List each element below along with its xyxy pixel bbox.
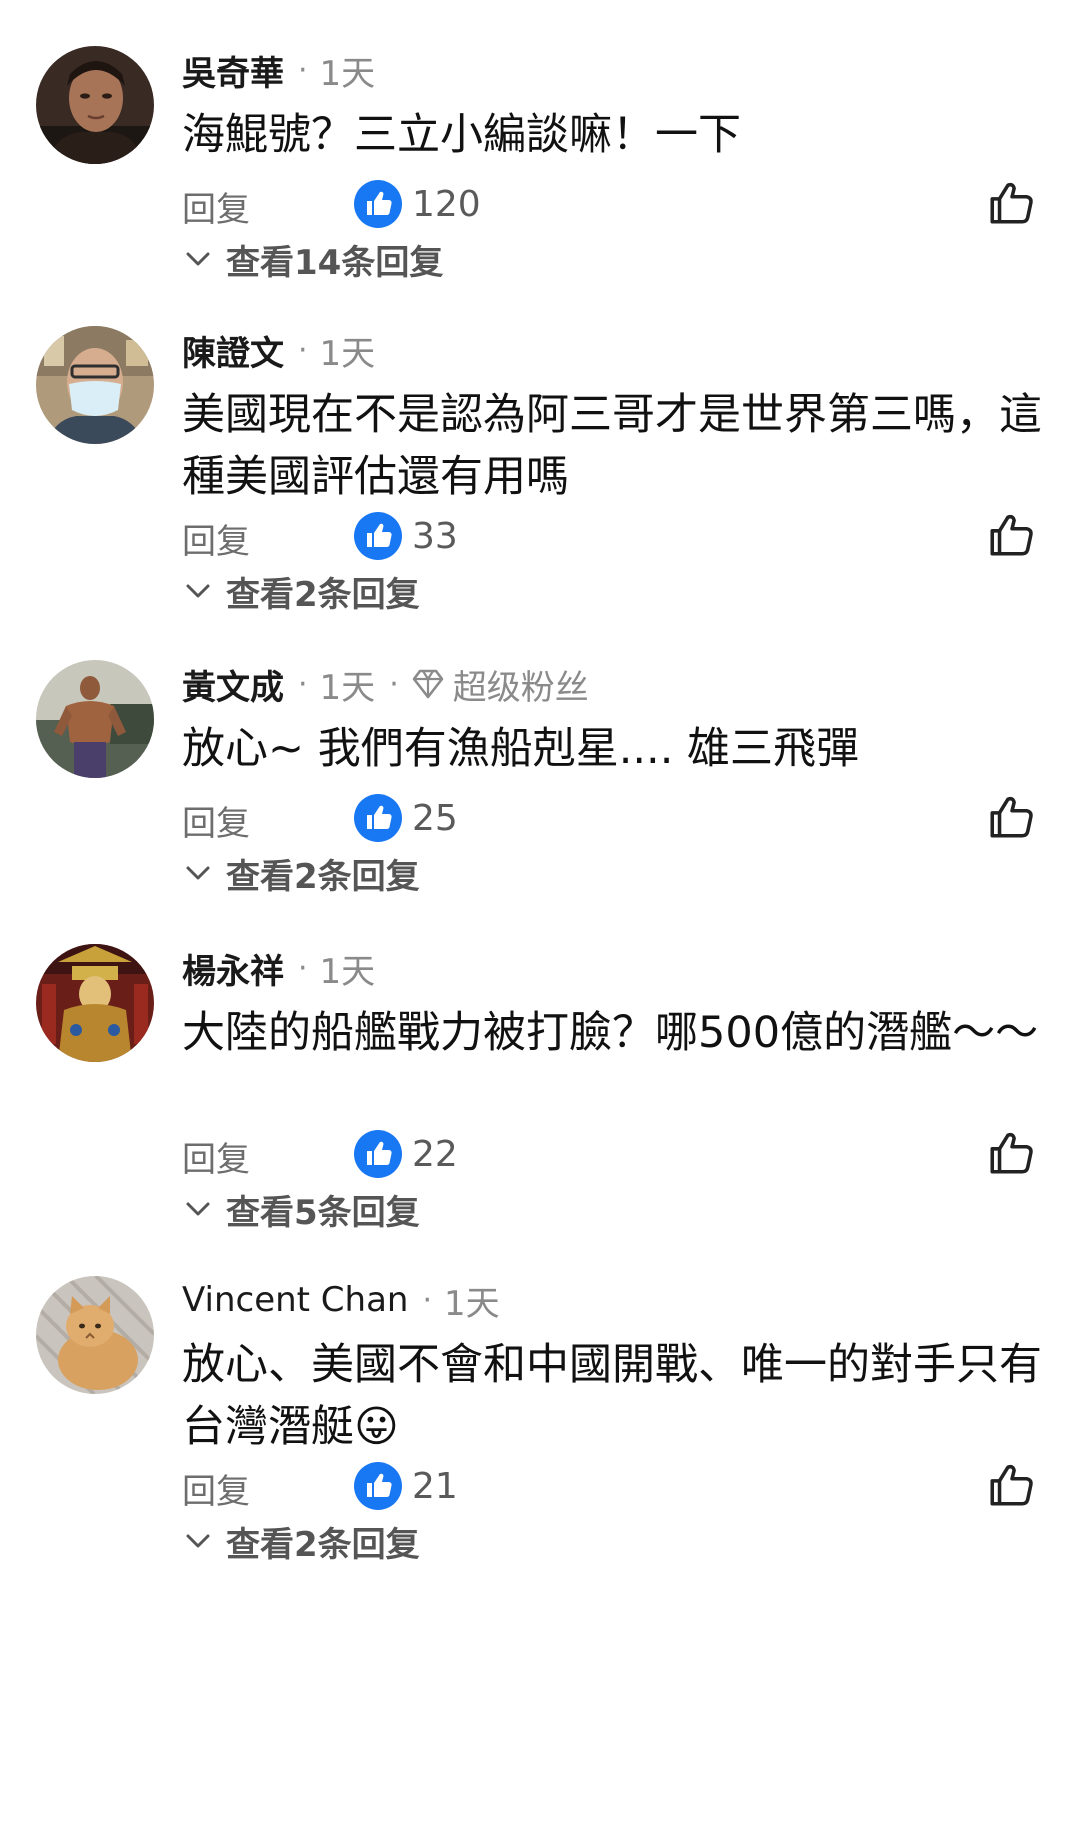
comment-actions: 回复 33 — [0, 506, 1080, 566]
man-portrait-avatar[interactable] — [36, 46, 154, 164]
like-reaction-icon — [354, 512, 402, 560]
timestamp: 1天 — [319, 333, 376, 374]
separator-dot: · — [298, 666, 308, 702]
comment-meta: 陳證文 · 1天 — [182, 326, 376, 375]
chevron-down-icon — [186, 1534, 210, 1548]
separator-dot: · — [298, 332, 308, 368]
comment-actions: 回复 25 — [0, 788, 1080, 848]
thumbs-up-icon — [990, 796, 1033, 838]
timestamp: 1天 — [319, 951, 376, 992]
comment-actions: 回复 22 — [0, 1124, 1080, 1184]
top-fan-badge: 超级粉丝 — [411, 660, 589, 709]
badge-label: 超级粉丝 — [452, 667, 589, 708]
reaction-summary[interactable]: 21 — [354, 1456, 458, 1516]
reaction-summary[interactable]: 120 — [354, 174, 481, 234]
comment-text: 放心~ 我們有漁船剋星.... 雄三飛彈 — [182, 724, 860, 774]
comment-actions: 回复 120 — [0, 174, 1080, 234]
chevron-down-icon — [186, 584, 210, 598]
like-button[interactable] — [986, 1128, 1036, 1182]
reaction-summary[interactable]: 33 — [354, 506, 458, 566]
comment-text: 海鯤號？三立小編談嘛！一下 — [182, 110, 741, 160]
temple-deity-avatar[interactable] — [36, 944, 154, 1062]
view-replies-label: 查看14条回复 — [226, 242, 444, 283]
username[interactable]: 吳奇華 — [182, 46, 284, 95]
reply-button[interactable]: 回复 — [182, 796, 250, 845]
view-replies-label: 查看2条回复 — [226, 1524, 420, 1565]
reaction-count: 21 — [412, 1465, 458, 1507]
comment-text: 美國現在不是認為阿三哥才是世界第三嗎，這種美國評估還有用嗎 — [182, 390, 1042, 502]
username[interactable]: Vincent Chan — [182, 1280, 408, 1320]
timestamp: 1天 — [444, 1283, 500, 1324]
comment-list: 吳奇華 · 1天 海鯤號？三立小編談嘛！一下 回复 120 查看14条回复 陳證… — [0, 0, 1080, 1836]
like-reaction-icon — [354, 1462, 402, 1510]
like-button[interactable] — [986, 792, 1036, 846]
chevron-down-icon — [186, 1202, 210, 1216]
like-button[interactable] — [986, 510, 1036, 564]
view-replies-toggle[interactable]: 查看2条回复 — [184, 1516, 420, 1566]
reaction-summary[interactable]: 22 — [354, 1124, 458, 1184]
reaction-count: 120 — [412, 183, 481, 225]
timestamp: 1天 — [319, 667, 376, 708]
bodybuilder-avatar[interactable] — [36, 660, 154, 778]
separator-dot: · — [422, 1282, 433, 1318]
reply-button[interactable]: 回复 — [182, 182, 250, 231]
diamond-icon — [412, 669, 444, 699]
chevron-down-icon — [186, 252, 210, 266]
comment-meta: 楊永祥 · 1天 — [182, 944, 376, 993]
view-replies-label: 查看2条回复 — [226, 574, 420, 615]
reply-button[interactable]: 回复 — [182, 1132, 250, 1181]
thumbs-up-icon — [990, 182, 1033, 224]
view-replies-toggle[interactable]: 查看2条回复 — [184, 566, 420, 616]
cat-avatar[interactable] — [36, 1276, 154, 1394]
reply-button[interactable]: 回复 — [182, 1464, 250, 1513]
view-replies-toggle[interactable]: 查看5条回复 — [184, 1184, 420, 1234]
username[interactable]: 楊永祥 — [182, 944, 284, 993]
like-button[interactable] — [986, 1460, 1036, 1514]
comment-meta: 吳奇華 · 1天 — [182, 46, 376, 95]
thumbs-up-icon — [990, 1464, 1033, 1506]
view-replies-label: 查看5条回复 — [226, 1192, 420, 1233]
like-reaction-icon — [354, 180, 402, 228]
timestamp: 1天 — [319, 53, 376, 94]
like-button[interactable] — [986, 178, 1036, 232]
view-replies-toggle[interactable]: 查看2条回复 — [184, 848, 420, 898]
view-replies-label: 查看2条回复 — [226, 856, 420, 897]
separator-dot: · — [298, 950, 308, 986]
reaction-summary[interactable]: 25 — [354, 788, 458, 848]
comment-meta: Vincent Chan · 1天 — [182, 1278, 500, 1324]
separator-dot: · — [298, 52, 308, 88]
view-replies-toggle[interactable]: 查看14条回复 — [184, 234, 443, 284]
comment-meta: 黃文成 · 1天 · 超级粉丝 — [182, 660, 589, 709]
username[interactable]: 黃文成 — [182, 660, 284, 709]
reaction-count: 22 — [412, 1133, 458, 1175]
username[interactable]: 陳證文 — [182, 326, 284, 375]
reaction-count: 25 — [412, 797, 458, 839]
like-reaction-icon — [354, 1130, 402, 1178]
like-reaction-icon — [354, 794, 402, 842]
reply-button[interactable]: 回复 — [182, 514, 250, 563]
reaction-count: 33 — [412, 515, 458, 557]
masked-man-avatar[interactable] — [36, 326, 154, 444]
thumbs-up-icon — [990, 1132, 1033, 1174]
comment-text: 放心、美國不會和中國開戰、唯一的對手只有台灣潛艇😛 — [182, 1340, 1042, 1452]
thumbs-up-icon — [990, 514, 1033, 556]
separator-dot: · — [389, 666, 399, 702]
chevron-down-icon — [186, 866, 210, 880]
comment-text: 大陸的船艦戰力被打臉？哪500億的潛艦～～ — [182, 1008, 1039, 1058]
comment-actions: 回复 21 — [0, 1456, 1080, 1516]
